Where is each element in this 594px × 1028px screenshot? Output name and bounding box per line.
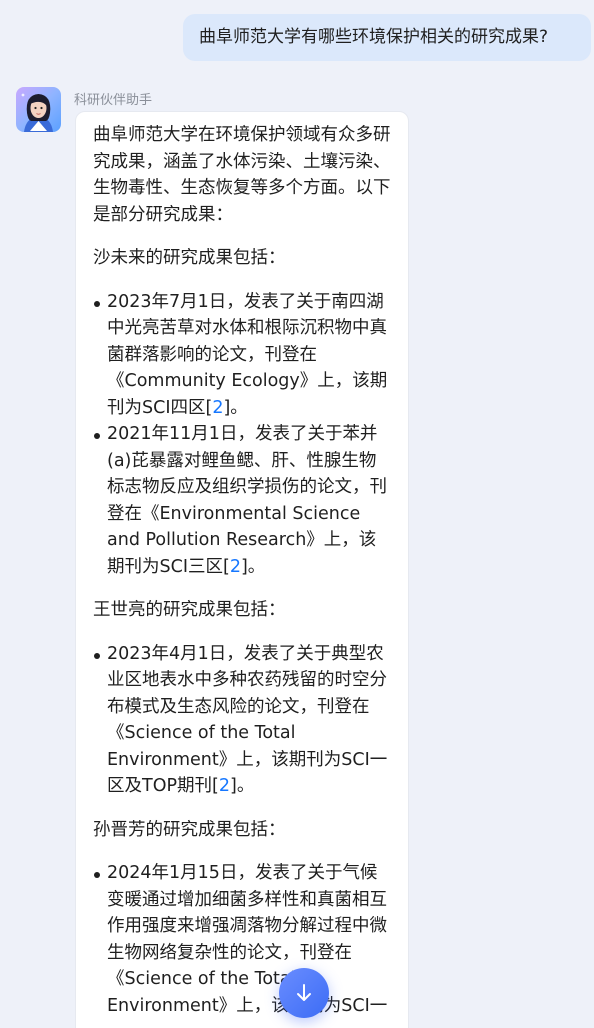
list-item: 2024年1月15日，发表了关于气候变暖通过增加细菌多样性和真菌相互作用强度来增…: [93, 860, 392, 1019]
citation-link[interactable]: 2: [212, 398, 223, 418]
section-heading: 沙未来的研究成果包括：: [93, 248, 286, 268]
list-item: 2023年4月1日，发表了关于典型农业区地表水中多种农药残留的时空分布模式及生态…: [93, 641, 392, 800]
assistant-avatar[interactable]: [16, 87, 61, 132]
scroll-to-bottom-button[interactable]: [279, 968, 329, 1018]
achievement-list: 2024年1月15日，发表了关于气候变暖通过增加细菌多样性和真菌相互作用强度来增…: [93, 860, 392, 1019]
achievement-list: 2023年7月1日，发表了关于南四湖中光亮苦草对水体和根际沉积物中真菌群落影响的…: [93, 289, 392, 581]
section-heading: 孙晋芳的研究成果包括：: [93, 819, 286, 840]
user-message-text: 曲阜师范大学有哪些环境保护相关的研究成果?: [199, 27, 549, 47]
citation-link[interactable]: 2: [230, 557, 241, 577]
user-message-bubble: 曲阜师范大学有哪些环境保护相关的研究成果?: [183, 14, 591, 61]
assistant-answer-card: 曲阜师范大学在环境保护领域有众多研究成果，涵盖了水体污染、土壤污染、生物毒性、生…: [75, 111, 409, 1028]
arrow-down-icon: [297, 984, 311, 1001]
list-item: 2023年7月1日，发表了关于南四湖中光亮苦草对水体和根际沉积物中真菌群落影响的…: [93, 289, 392, 422]
answer-intro: 曲阜师范大学在环境保护领域有众多研究成果，涵盖了水体污染、土壤污染、生物毒性、生…: [93, 125, 391, 225]
section-heading: 王世亮的研究成果包括：: [93, 600, 286, 620]
citation-link[interactable]: 2: [219, 776, 230, 796]
list-item: 2021年11月1日，发表了关于苯并(a)芘暴露对鲤鱼鳃、肝、性腺生物标志物反应…: [93, 421, 392, 580]
assistant-name: 科研伙伴助手: [74, 93, 153, 108]
achievement-list: 2023年4月1日，发表了关于典型农业区地表水中多种农药残留的时空分布模式及生态…: [93, 641, 392, 800]
